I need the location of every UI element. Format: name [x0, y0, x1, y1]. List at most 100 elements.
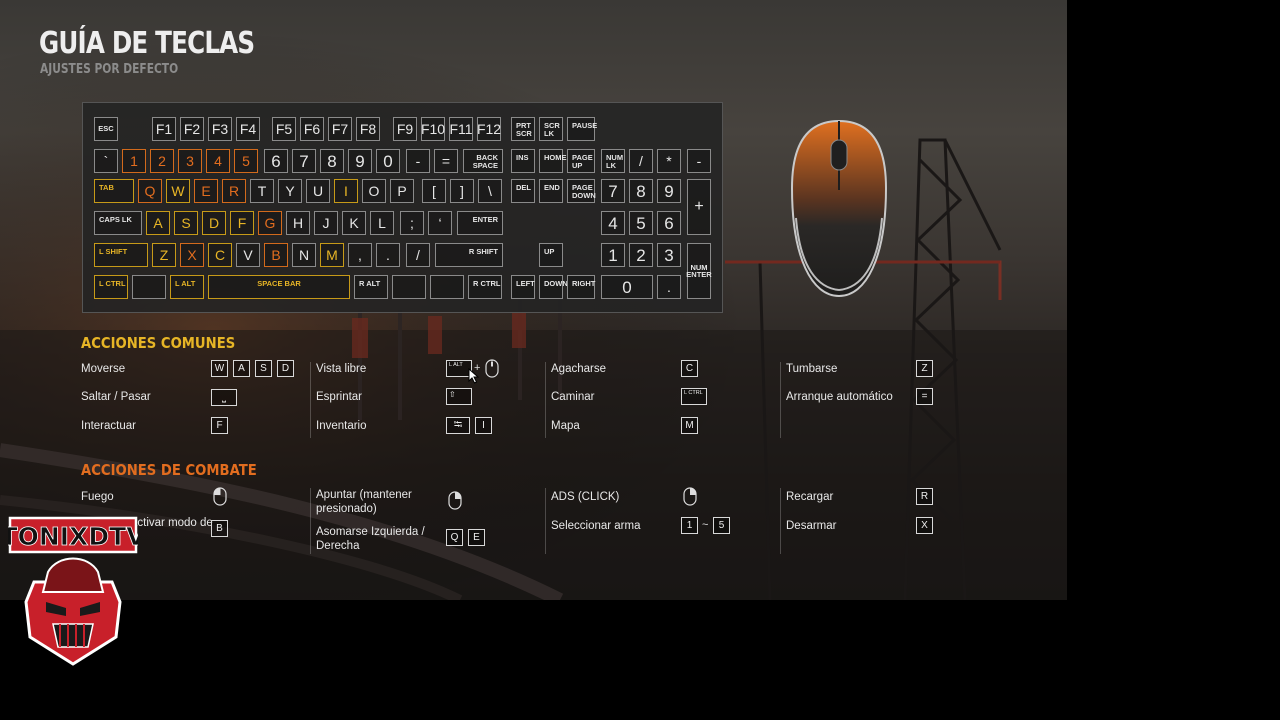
keycap-q: Q	[446, 529, 463, 546]
key-rshift: R SHIFT	[435, 243, 503, 267]
key-f: F	[230, 211, 254, 235]
key-prtscr: PRT SCR	[511, 117, 535, 141]
keycap-r: R	[916, 488, 933, 505]
keycap-b: B	[211, 520, 228, 537]
key-home: HOME	[539, 149, 567, 173]
key-lalt: L ALT	[170, 275, 204, 299]
action-label-modo-disparo: activar modo de	[131, 517, 213, 529]
divider	[310, 488, 311, 554]
key-period: .	[376, 243, 400, 267]
action-label-saltar: Saltar / Pasar	[81, 391, 151, 403]
key-del: DEL	[511, 179, 535, 203]
key-1: 1	[122, 149, 146, 173]
key-lbracket: [	[422, 179, 446, 203]
key-u: U	[306, 179, 330, 203]
game-background: GUÍA DE TECLAS AJUSTES POR DEFECTO ESC F…	[0, 0, 1067, 600]
key-up: UP	[539, 243, 563, 267]
key-pageup: PAGE UP	[567, 149, 595, 173]
action-label-moverse: Moverse	[81, 363, 126, 375]
page-title: GUÍA DE TECLAS	[39, 26, 255, 61]
keycap-space: ⎵	[211, 389, 237, 406]
key-numlk: NUM LK	[601, 149, 625, 173]
keycap-x: X	[916, 517, 933, 534]
keycap-1: 1	[681, 517, 698, 534]
key-rctrl: R CTRL	[468, 275, 502, 299]
key-menu	[430, 275, 464, 299]
key-num-6: 6	[657, 211, 681, 235]
key-esc: ESC	[94, 117, 118, 141]
action-label-tumbarse: Tumbarse	[786, 363, 838, 375]
key-pagedown: PAGE DOWN	[567, 179, 596, 203]
key-w: W	[166, 179, 190, 203]
key-m: M	[320, 243, 344, 267]
key-f11: F11	[449, 117, 473, 141]
key-num-0: 0	[601, 275, 653, 299]
mouse-right-click-icon	[683, 487, 697, 506]
key-f4: F4	[236, 117, 260, 141]
key-lshift: L SHIFT	[94, 243, 148, 267]
mouse-left-click-icon	[213, 487, 227, 506]
keycap-tab: ⭾	[446, 417, 470, 434]
key-num-enter: NUM ENTER	[686, 243, 712, 299]
key-o: O	[362, 179, 386, 203]
key-f9: F9	[393, 117, 417, 141]
key-rwin	[392, 275, 426, 299]
action-label-recargar: Recargar	[786, 491, 834, 503]
key-y: Y	[278, 179, 302, 203]
action-label-mapa: Mapa	[551, 420, 580, 432]
key-q: Q	[138, 179, 162, 203]
action-label-asomarse: Asomarse Izquierda / Derecha	[316, 526, 425, 552]
key-r: R	[222, 179, 246, 203]
key-num-plus: +	[687, 179, 711, 235]
key-backspace: BACK SPACE	[463, 149, 503, 173]
key-lctrl: L CTRL	[94, 275, 128, 299]
keycap-d: D	[277, 360, 294, 377]
key-4: 4	[206, 149, 230, 173]
key-8: 8	[320, 149, 344, 173]
key-backslash: \	[478, 179, 502, 203]
key-f3: F3	[208, 117, 232, 141]
key-a: A	[146, 211, 170, 235]
key-num-multiply: *	[657, 149, 681, 173]
cursor-icon	[468, 368, 480, 384]
key-b: B	[264, 243, 288, 267]
key-f2: F2	[180, 117, 204, 141]
key-num-divide: /	[629, 149, 653, 173]
keycap-s: S	[255, 360, 272, 377]
key-x: X	[180, 243, 204, 267]
key-quote: ‘	[428, 211, 452, 235]
key-c: C	[208, 243, 232, 267]
action-label-arranque-automatico: Arranque automático	[786, 391, 893, 403]
action-label-vista-libre: Vista libre	[316, 363, 367, 375]
key-pause: PAUSE	[567, 117, 597, 141]
key-right: RIGHT	[567, 275, 595, 299]
keycap-z: Z	[916, 360, 933, 377]
key-f10: F10	[421, 117, 445, 141]
divider	[780, 488, 781, 554]
key-s: S	[174, 211, 198, 235]
action-label-ads: ADS (CLICK)	[551, 491, 620, 503]
key-7: 7	[292, 149, 316, 173]
keycap-m: M	[681, 417, 698, 434]
divider	[780, 362, 781, 438]
section-common-title: ACCIONES COMUNES	[81, 334, 236, 352]
key-5: 5	[234, 149, 258, 173]
key-num-minus: -	[687, 149, 711, 173]
key-num-5: 5	[629, 211, 653, 235]
keycap-w: W	[211, 360, 228, 377]
key-j: J	[314, 211, 338, 235]
key-g: G	[258, 211, 282, 235]
key-f8: F8	[356, 117, 380, 141]
divider	[545, 488, 546, 554]
key-3: 3	[178, 149, 202, 173]
key-capslock: CAPS LK	[94, 211, 142, 235]
divider	[310, 362, 311, 438]
key-h: H	[286, 211, 310, 235]
range-tilde: ~	[702, 519, 709, 531]
key-l: L	[370, 211, 394, 235]
action-label-caminar: Caminar	[551, 391, 595, 403]
key-ins: INS	[511, 149, 535, 173]
action-label-fuego: Fuego	[81, 491, 114, 503]
keycap-i: I	[475, 417, 492, 434]
key-win	[132, 275, 166, 299]
